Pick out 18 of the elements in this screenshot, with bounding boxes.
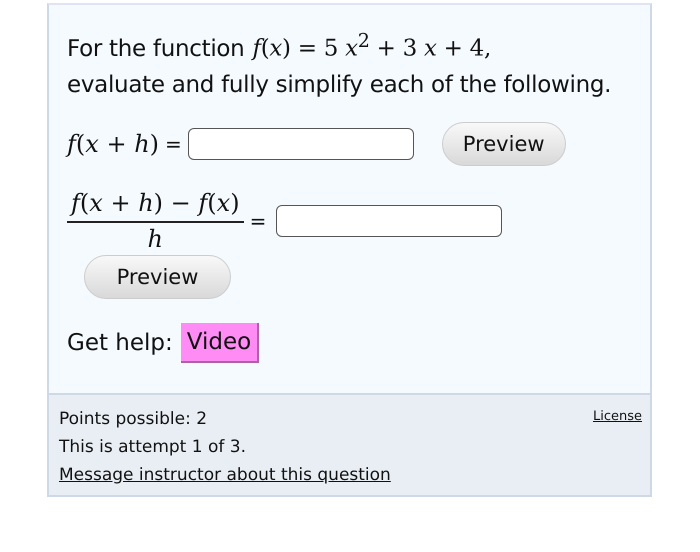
help-label: Get help: [67, 330, 173, 356]
numerator: f(x + h) − f(x) [67, 188, 244, 223]
equals-sign: = [165, 132, 182, 156]
function-formula: f(x) = 5 x$^{2}$ + 3 x + 4, [252, 28, 491, 64]
denominator: h [148, 224, 164, 253]
video-button[interactable]: Video [180, 322, 260, 363]
preview-button[interactable]: Preview [442, 122, 566, 166]
math-expression: f(x + h) [67, 130, 160, 158]
answer-field[interactable] [276, 204, 502, 237]
preview-button[interactable]: Preview [84, 254, 231, 299]
equals-sign: = [250, 208, 266, 233]
license-link[interactable]: License [592, 408, 642, 489]
question-prompt: For the function [67, 34, 244, 64]
question-instruction: evaluate and fully simplify each of the following. [67, 70, 612, 100]
message-instructor-link[interactable]: Message instructor about this question [59, 460, 391, 489]
points-text: Points possible: 2 [59, 408, 208, 431]
answer-field[interactable] [188, 128, 414, 160]
attempt-text: This is attempt 1 of 3. [59, 436, 247, 459]
